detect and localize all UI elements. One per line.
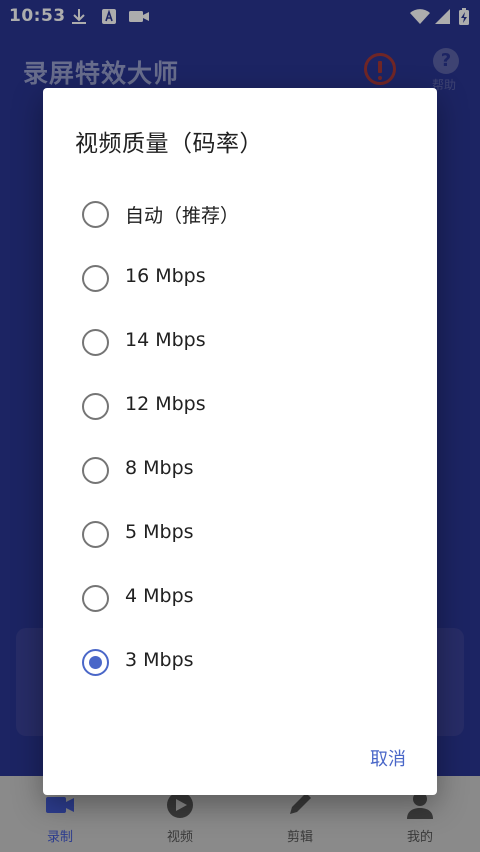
option-auto[interactable]: 自动（推荐）: [67, 186, 413, 242]
option-5mbps[interactable]: 5 Mbps: [67, 506, 413, 562]
dialog-title: 视频质量（码率）: [75, 131, 263, 157]
option-16mbps[interactable]: 16 Mbps: [67, 250, 413, 306]
radio-button[interactable]: [82, 393, 109, 420]
radio-button[interactable]: [82, 265, 109, 292]
option-label: 自动（推荐）: [125, 205, 240, 227]
option-3mbps[interactable]: 3 Mbps: [67, 634, 413, 690]
quality-dialog: 视频质量（码率） 自动（推荐） 16 Mbps 14 Mbps 12 Mbps …: [43, 88, 437, 795]
nav-label: 视频: [166, 830, 193, 845]
option-label: 14 Mbps: [125, 329, 206, 351]
nav-label: 我的: [406, 830, 433, 845]
option-label: 4 Mbps: [125, 585, 194, 607]
radio-button[interactable]: [82, 457, 109, 484]
option-label: 3 Mbps: [125, 649, 194, 671]
option-label: 5 Mbps: [125, 521, 194, 543]
radio-button[interactable]: [82, 201, 109, 228]
radio-button[interactable]: [82, 585, 109, 612]
option-4mbps[interactable]: 4 Mbps: [67, 570, 413, 626]
nav-label: 录制: [46, 830, 73, 845]
option-label: 8 Mbps: [125, 457, 194, 479]
radio-button[interactable]: [82, 329, 109, 356]
nav-label: 剪辑: [286, 830, 313, 845]
option-label: 12 Mbps: [125, 393, 206, 415]
cancel-button[interactable]: 取消: [359, 744, 417, 776]
radio-button[interactable]: [82, 649, 109, 676]
option-label: 16 Mbps: [125, 265, 206, 287]
option-12mbps[interactable]: 12 Mbps: [67, 378, 413, 434]
option-8mbps[interactable]: 8 Mbps: [67, 442, 413, 498]
radio-button[interactable]: [82, 521, 109, 548]
option-14mbps[interactable]: 14 Mbps: [67, 314, 413, 370]
